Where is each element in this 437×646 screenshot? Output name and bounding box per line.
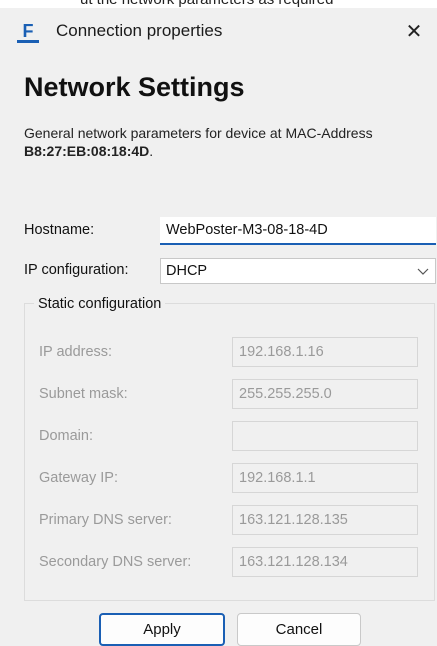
close-icon[interactable]: ✕	[391, 8, 437, 56]
ip-address-label: IP address:	[39, 344, 113, 360]
ip-configuration-value: DHCP	[166, 263, 208, 279]
hostname-label: Hostname:	[24, 222, 95, 238]
description-suffix: .	[149, 143, 154, 159]
title-bar: F Connection properties ✕	[0, 8, 437, 56]
ip-address-field: 192.168.1.16	[232, 337, 418, 367]
background-window-strip: ut the network parameters as required	[0, 0, 437, 8]
page-title: Network Settings	[24, 72, 245, 102]
domain-label: Domain:	[39, 428, 93, 444]
mac-address: B8:27:EB:08:18:4D	[24, 143, 150, 159]
ip-configuration-select[interactable]: DHCP	[160, 258, 436, 284]
window-title: Connection properties	[56, 21, 223, 40]
gateway-ip-field: 192.168.1.1	[232, 463, 418, 493]
chevron-down-icon	[417, 268, 429, 275]
description-text: General network parameters for device at…	[24, 125, 373, 141]
gateway-ip-label: Gateway IP:	[39, 470, 118, 486]
device-description: General network parameters for device at…	[24, 124, 424, 160]
primary-dns-label: Primary DNS server:	[39, 512, 172, 528]
static-configuration-legend: Static configuration	[34, 296, 166, 312]
domain-field	[232, 421, 418, 451]
apply-button[interactable]: Apply	[99, 613, 225, 646]
svg-text:F: F	[23, 21, 34, 41]
cancel-button[interactable]: Cancel	[237, 613, 361, 646]
ip-configuration-label: IP configuration:	[24, 262, 129, 278]
subnet-mask-field: 255.255.255.0	[232, 379, 418, 409]
secondary-dns-field: 163.121.128.134	[232, 547, 418, 577]
background-window-text: ut the network parameters as required	[80, 0, 333, 8]
app-logo-icon: F	[17, 21, 39, 43]
primary-dns-field: 163.121.128.135	[232, 505, 418, 535]
secondary-dns-label: Secondary DNS server:	[39, 554, 192, 570]
hostname-input[interactable]	[160, 217, 436, 245]
subnet-mask-label: Subnet mask:	[39, 386, 128, 402]
